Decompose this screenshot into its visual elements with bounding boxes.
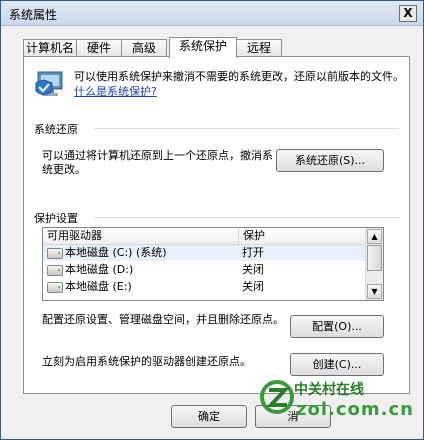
watermark-line2: zol.com.cn: [296, 399, 414, 420]
divider: [94, 217, 399, 218]
list-header: 可用驱动器 保护: [43, 228, 365, 245]
ok-button[interactable]: 确定: [171, 405, 247, 428]
title-bar[interactable]: 系统属性 X: [1, 1, 423, 26]
drive-name: 本地磁盘 (D:): [65, 263, 134, 276]
system-protection-panel: 可以使用系统保护来撤消不需要的系统更改，还原以前版本的文件。什么是系统保护? 系…: [23, 56, 410, 394]
drive-protection-status: 打开: [242, 246, 264, 259]
configure-button[interactable]: 配置(O)...: [290, 315, 384, 338]
drive-name: 本地磁盘 (E:): [65, 280, 132, 293]
divider: [94, 128, 399, 129]
drive-name: 本地磁盘 (C:) (系统): [65, 246, 167, 259]
drive-protection-status: 关闭: [242, 280, 264, 293]
intro-description: 可以使用系统保护来撤消不需要的系统更改，还原以前版本的文件。: [74, 70, 404, 83]
tab-remote[interactable]: 远程: [236, 39, 282, 57]
tab-computer-name[interactable]: 计算机名: [23, 39, 77, 57]
tab-advanced[interactable]: 高级: [121, 39, 167, 57]
drive-icon: [47, 265, 63, 276]
system-restore-button[interactable]: 系统还原(S)...: [276, 149, 384, 172]
scroll-thumb[interactable]: [367, 245, 382, 271]
drive-row[interactable]: 本地磁盘 (D:) 关闭: [43, 262, 365, 278]
drive-row[interactable]: 本地磁盘 (E:) 关闭: [43, 279, 365, 295]
scroll-down-icon[interactable]: ▼: [367, 284, 382, 299]
zol-watermark: 中关村在线 zol.com.cn: [260, 375, 420, 439]
system-restore-heading: 系统还原: [34, 123, 78, 136]
tab-system-protection[interactable]: 系统保护: [169, 37, 237, 58]
protection-settings-heading: 保护设置: [34, 212, 78, 225]
drive-row[interactable]: 本地磁盘 (C:) (系统) 打开: [43, 245, 365, 261]
computer-shield-icon: [35, 71, 63, 96]
drive-protection-status: 关闭: [242, 263, 264, 276]
list-scrollbar[interactable]: ▲ ▼: [365, 228, 383, 300]
system-properties-window: 系统属性 X 计算机名 硬件 高级 系统保护 远程 可以使用系统保护来撤消不需要…: [0, 0, 424, 440]
system-drive-icon: [47, 248, 63, 259]
configure-description: 配置还原设置、管理磁盘空间，并且删除还原点。: [42, 313, 284, 326]
drive-icon: [47, 282, 63, 293]
scroll-up-icon[interactable]: ▲: [367, 229, 382, 244]
drive-protection-list[interactable]: 可用驱动器 保护 本地磁盘 (C:) (系统) 打开 本地磁盘 (D:) 关闭 …: [42, 227, 384, 301]
what-is-system-protection-link[interactable]: 什么是系统保护?: [74, 85, 157, 98]
intro-text: 可以使用系统保护来撤消不需要的系统更改，还原以前版本的文件。什么是系统保护?: [74, 69, 404, 99]
column-header-drive[interactable]: 可用驱动器: [43, 228, 237, 244]
create-button[interactable]: 创建(C)...: [290, 353, 384, 376]
window-title: 系统属性: [9, 8, 58, 22]
watermark-line1: 中关村在线: [294, 382, 364, 398]
create-description: 立刻为启用系统保护的驱动器创建还原点。: [42, 355, 251, 368]
column-header-protection[interactable]: 保护: [239, 228, 363, 244]
tab-hardware[interactable]: 硬件: [76, 39, 122, 57]
system-restore-description: 可以通过将计算机还原到上一个还原点，撤消系统更改。: [42, 149, 273, 176]
close-button[interactable]: X: [399, 5, 417, 22]
zol-logo-icon: [260, 380, 294, 414]
